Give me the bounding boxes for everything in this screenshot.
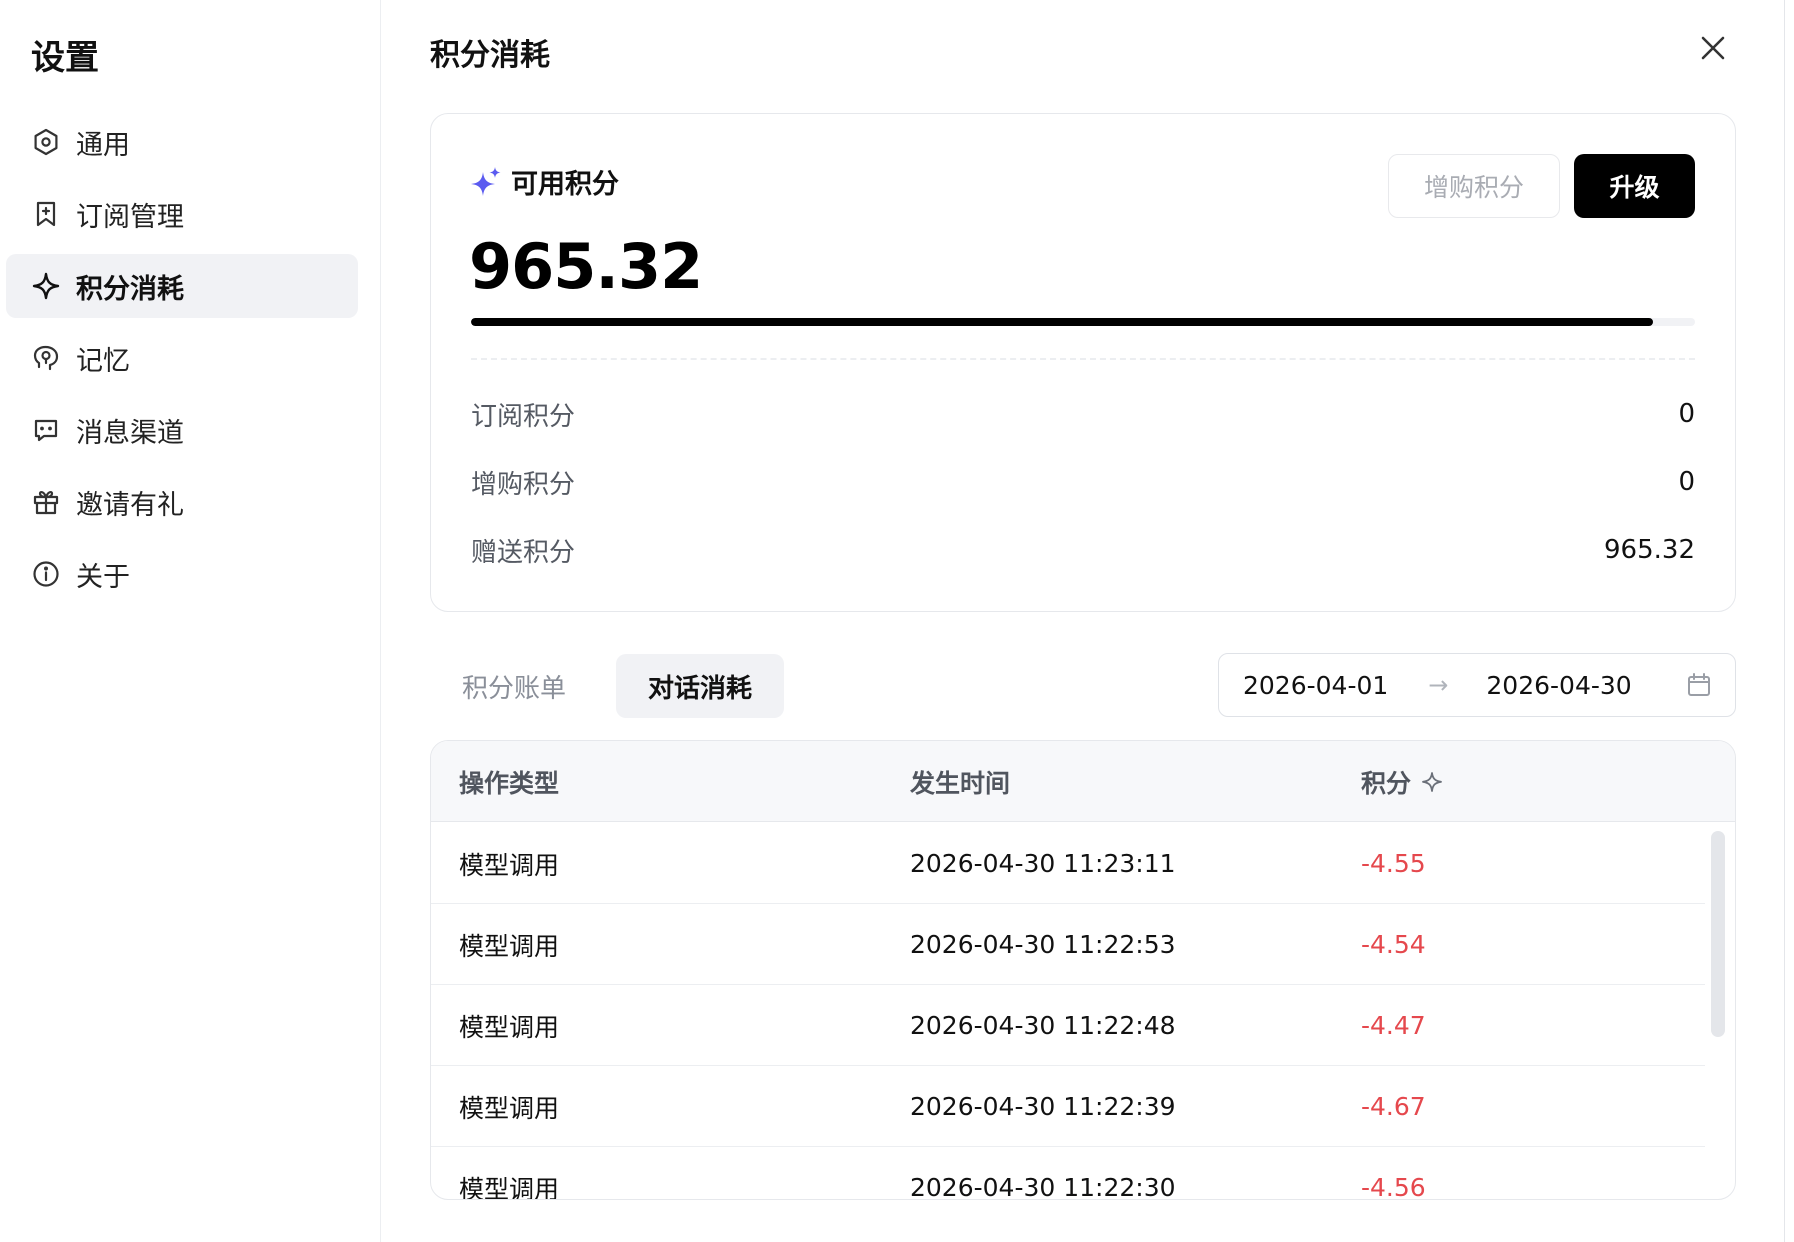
breakdown-name: 增购积分 [471, 469, 576, 500]
cell-time: 2026-04-30 11:23:11 [910, 849, 1176, 878]
sidebar-item-label: 订阅管理 [76, 201, 184, 233]
table-row[interactable]: 模型调用 2026-04-30 11:22:30 -4.56 [431, 1147, 1705, 1200]
available-credits-label: 可用积分 [511, 169, 619, 200]
sidebar-item-label: 关于 [76, 561, 130, 593]
date-end[interactable]: 2026-04-30 [1486, 671, 1631, 700]
sidebar-item-credits[interactable]: 积分消耗 [6, 254, 358, 318]
table-row[interactable]: 模型调用 2026-04-30 11:22:48 -4.47 [431, 985, 1705, 1066]
table-row[interactable]: 模型调用 2026-04-30 11:22:53 -4.54 [431, 904, 1705, 985]
cell-points: -4.54 [1361, 930, 1426, 959]
cell-time: 2026-04-30 11:22:53 [910, 930, 1176, 959]
sidebar-item-memory[interactable]: 记忆 [6, 326, 358, 390]
date-start[interactable]: 2026-04-01 [1243, 671, 1388, 700]
sidebar: 设置 通用 订阅管理 积分消耗 记忆 消息渠道 邀请有礼 关于 [0, 0, 381, 1242]
sidebar-item-label: 积分消耗 [76, 273, 184, 305]
sidebar-item-about[interactable]: 关于 [6, 542, 358, 606]
cell-type: 模型调用 [459, 931, 560, 961]
sidebar-nav: 通用 订阅管理 积分消耗 记忆 消息渠道 邀请有礼 关于 [6, 110, 358, 614]
table-body: 模型调用 2026-04-30 11:23:11 -4.55 模型调用 2026… [431, 823, 1705, 1200]
cell-type: 模型调用 [459, 1174, 560, 1200]
cell-type: 模型调用 [459, 850, 560, 880]
main-panel: 积分消耗 可用积分 增购积分 升级 965.32 订阅积分 0 增购积分 0 赠… [382, 0, 1785, 1242]
date-range-separator: → [1428, 671, 1449, 699]
sidebar-item-channels[interactable]: 消息渠道 [6, 398, 358, 462]
sort-icon[interactable] [1421, 771, 1443, 793]
table-row[interactable]: 模型调用 2026-04-30 11:23:11 -4.55 [431, 823, 1705, 904]
breakdown-value: 0 [1678, 467, 1695, 497]
upgrade-button[interactable]: 升级 [1574, 154, 1695, 218]
window-edge [1786, 0, 1794, 1242]
cell-time: 2026-04-30 11:22:39 [910, 1092, 1176, 1121]
breakdown-row-purchased: 增购积分 0 [471, 462, 1695, 502]
credits-balance: 965.32 [469, 230, 703, 303]
chat-icon [30, 414, 62, 446]
tab-bar: 积分账单 对话消耗 [430, 654, 802, 718]
credits-progress-bar [471, 318, 1695, 326]
page-title: 积分消耗 [430, 38, 550, 73]
gift-icon [30, 486, 62, 518]
column-header-label: 发生时间 [910, 768, 1011, 798]
column-header-label: 积分 [1361, 768, 1412, 798]
sidebar-item-general[interactable]: 通用 [6, 110, 358, 174]
column-header-type: 操作类型 [459, 741, 559, 822]
sparkle-icon [471, 166, 501, 196]
credits-card: 可用积分 增购积分 升级 965.32 订阅积分 0 增购积分 0 赠送积分 9… [430, 113, 1736, 612]
tab-chat-consumption[interactable]: 对话消耗 [616, 654, 785, 718]
credits-header: 可用积分 [471, 162, 619, 201]
table-header: 操作类型 发生时间 积分 [431, 741, 1735, 822]
sidebar-item-label: 通用 [76, 129, 130, 161]
cell-type: 模型调用 [459, 1012, 560, 1042]
tab-credit-bill[interactable]: 积分账单 [430, 654, 598, 718]
sidebar-title: 设置 [31, 38, 99, 78]
breakdown-name: 订阅积分 [471, 401, 576, 432]
divider [471, 358, 1695, 360]
cell-time: 2026-04-30 11:22:30 [910, 1173, 1176, 1200]
sidebar-item-label: 消息渠道 [76, 417, 184, 449]
close-icon [1701, 36, 1725, 60]
cell-points: -4.47 [1361, 1011, 1426, 1040]
breakdown-row-gifted: 赠送积分 965.32 [471, 530, 1695, 570]
column-header-time: 发生时间 [910, 741, 1010, 822]
sidebar-item-subscription[interactable]: 订阅管理 [6, 182, 358, 246]
breakdown-value: 0 [1678, 399, 1695, 429]
brain-icon [30, 342, 62, 374]
purchase-credits-button[interactable]: 增购积分 [1388, 154, 1560, 218]
sidebar-item-label: 记忆 [76, 345, 130, 377]
calendar-icon [1688, 673, 1710, 696]
table-row[interactable]: 模型调用 2026-04-30 11:22:39 -4.67 [431, 1066, 1705, 1147]
bookmark-plus-icon [30, 198, 62, 230]
sidebar-item-label: 邀请有礼 [76, 489, 184, 521]
cell-points: -4.67 [1361, 1092, 1426, 1121]
settings-icon [30, 126, 62, 158]
cell-points: -4.55 [1361, 849, 1426, 878]
cell-type: 模型调用 [459, 1093, 560, 1123]
credits-progress-fill [471, 318, 1654, 326]
info-icon [30, 558, 62, 590]
settings-window: 设置 通用 订阅管理 积分消耗 记忆 消息渠道 邀请有礼 关于 积分消耗 可用积… [0, 0, 1785, 1242]
column-header-label: 操作类型 [459, 768, 560, 798]
consumption-table: 操作类型 发生时间 积分 模型调用 2026-04-30 11:23:11 -4… [430, 740, 1736, 1200]
table-scrollbar[interactable] [1711, 831, 1725, 1037]
column-header-points[interactable]: 积分 [1361, 741, 1443, 822]
sidebar-item-invite[interactable]: 邀请有礼 [6, 470, 358, 534]
cell-points: -4.56 [1361, 1173, 1426, 1200]
date-range-picker[interactable]: 2026-04-01 → 2026-04-30 [1218, 653, 1736, 717]
cell-time: 2026-04-30 11:22:48 [910, 1011, 1176, 1040]
breakdown-value: 965.32 [1604, 535, 1695, 565]
breakdown-name: 赠送积分 [471, 537, 576, 568]
sparkle-icon [30, 270, 62, 302]
close-button[interactable] [1695, 30, 1731, 66]
breakdown-row-subscription: 订阅积分 0 [471, 394, 1695, 434]
